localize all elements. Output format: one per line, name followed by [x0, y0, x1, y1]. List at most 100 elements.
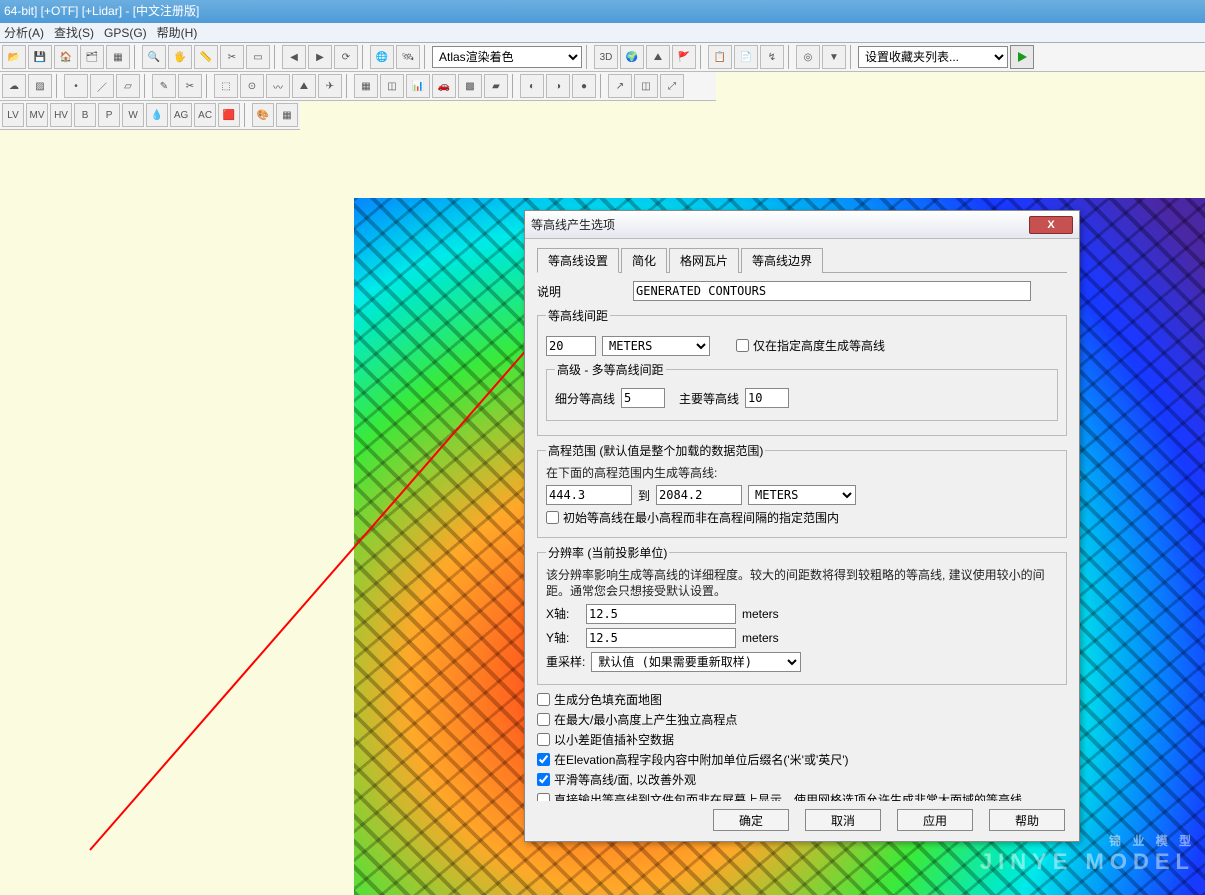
tool-globe-icon[interactable]: 🌐	[370, 45, 394, 69]
tool-shade-icon[interactable]: ◐	[520, 74, 544, 98]
ok-button[interactable]: 确定	[713, 809, 789, 831]
tool-blend-icon[interactable]: ◑	[546, 74, 570, 98]
append-unit-checkbox[interactable]	[537, 753, 550, 766]
edit-cut-icon[interactable]: ✂	[178, 74, 202, 98]
tab-grid-tiles[interactable]: 格网瓦片	[669, 248, 739, 273]
lyr-p-icon[interactable]: P	[98, 103, 120, 127]
tool-3d-icon[interactable]: 3D	[594, 45, 618, 69]
draw-hatch-icon[interactable]: ▨	[28, 74, 52, 98]
tool-paste-icon[interactable]: 📄	[734, 45, 758, 69]
contour-options-dialog: 等高线产生选项 X 等高线设置 简化 格网瓦片 等高线边界 说明 等高线间距 M…	[524, 210, 1080, 842]
tab-simplify[interactable]: 简化	[621, 248, 667, 273]
lyr-ac-icon[interactable]: AC	[194, 103, 216, 127]
tool-dropdown-icon[interactable]: ▼	[822, 45, 846, 69]
tool-dark-icon[interactable]: ●	[572, 74, 596, 98]
toolbar-row-2: ☁ ▨ • ／ ▱ ✎ ✂ ⬚ ⊙ 〰 ⛰ ✈ ▦ ◫ 📊 🚗 ▩ ▰ ◐ ◑ …	[0, 72, 716, 101]
only-at-height-checkbox[interactable]	[736, 339, 749, 352]
tool-home-icon[interactable]: 🏠	[54, 45, 78, 69]
palette-2-icon[interactable]: ▦	[276, 103, 298, 127]
yaxis-input[interactable]	[586, 628, 736, 648]
tool-target-icon[interactable]: ◎	[796, 45, 820, 69]
menu-help[interactable]: 帮助(H)	[157, 24, 198, 41]
interpolate-gaps-checkbox[interactable]	[537, 733, 550, 746]
draw-cloud-icon[interactable]: ☁	[2, 74, 26, 98]
tool-measure-icon[interactable]: 📏	[194, 45, 218, 69]
lyr-mv-icon[interactable]: MV	[26, 103, 48, 127]
start-at-min-checkbox[interactable]	[546, 511, 559, 524]
export-direct-checkbox[interactable]	[537, 793, 550, 801]
tool-neswap-icon[interactable]: ↗	[608, 74, 632, 98]
gen-color-fill-checkbox[interactable]	[537, 693, 550, 706]
edit-pen-icon[interactable]: ✎	[152, 74, 176, 98]
tool-open-icon[interactable]: 📂	[2, 45, 26, 69]
tool-zoomin-icon[interactable]: 🔍	[142, 45, 166, 69]
draw-pt-icon[interactable]: •	[64, 74, 88, 98]
favorites-combo[interactable]: 设置收藏夹列表...	[858, 46, 1008, 68]
interval-value-input[interactable]	[546, 336, 596, 356]
tool-refresh-icon[interactable]: ⟳	[334, 45, 358, 69]
tab-contour-settings[interactable]: 等高线设置	[537, 248, 619, 273]
close-button[interactable]: X	[1029, 216, 1073, 234]
resample-select[interactable]: 默认值 (如果需要重新取样)	[591, 652, 801, 672]
apply-button[interactable]: 应用	[897, 809, 973, 831]
tool-save-icon[interactable]: 💾	[28, 45, 52, 69]
tool-volume-icon[interactable]: ⬚	[214, 74, 238, 98]
tool-flag-icon[interactable]: 🚩	[672, 45, 696, 69]
description-input[interactable]	[633, 281, 1031, 301]
tool-crop2-icon[interactable]: ◫	[634, 74, 658, 98]
lyr-b-icon[interactable]: B	[74, 103, 96, 127]
minor-contour-input[interactable]	[621, 388, 665, 408]
tool-car-icon[interactable]: 🚗	[432, 74, 456, 98]
tool-layers-icon[interactable]: 🗂	[80, 45, 104, 69]
tool-ext-icon[interactable]: ⤢	[660, 74, 684, 98]
menu-gps[interactable]: GPS(G)	[104, 26, 147, 40]
gen-spot-elev-checkbox[interactable]	[537, 713, 550, 726]
window-titlebar: 64-bit] [+OTF] [+Lidar] - [中文注册版]	[0, 0, 1205, 23]
range-to-input[interactable]	[656, 485, 742, 505]
lyr-cls-icon[interactable]: 🟥	[218, 103, 240, 127]
cancel-button[interactable]: 取消	[805, 809, 881, 831]
tool-profile-icon[interactable]: ⛰	[292, 74, 316, 98]
tool-grid2-icon[interactable]: ▦	[354, 74, 378, 98]
tool-mosaic-icon[interactable]: ◫	[380, 74, 404, 98]
lyr-drop-icon[interactable]: 💧	[146, 103, 168, 127]
tool-back-icon[interactable]: ◀	[282, 45, 306, 69]
shader-combo[interactable]: Atlas渲染着色	[432, 46, 582, 68]
menu-analyze[interactable]: 分析(A)	[4, 24, 44, 41]
range-from-input[interactable]	[546, 485, 632, 505]
draw-line-icon[interactable]: ／	[90, 74, 114, 98]
tool-fwd-icon[interactable]: ▶	[308, 45, 332, 69]
lyr-lv-icon[interactable]: LV	[2, 103, 24, 127]
major-contour-input[interactable]	[745, 388, 789, 408]
tool-spot-icon[interactable]: ⊙	[240, 74, 264, 98]
play-button[interactable]	[1010, 45, 1034, 69]
lyr-hv-icon[interactable]: HV	[50, 103, 72, 127]
tool-chart-icon[interactable]: 📊	[406, 74, 430, 98]
tool-fill-icon[interactable]: ▰	[484, 74, 508, 98]
tool-copy-icon[interactable]: 📋	[708, 45, 732, 69]
tool-terrain-icon[interactable]: ⛰	[646, 45, 670, 69]
tool-crop-icon[interactable]: ✂	[220, 45, 244, 69]
tool-select-icon[interactable]: ▭	[246, 45, 270, 69]
draw-poly-icon[interactable]: ▱	[116, 74, 140, 98]
tab-bounds[interactable]: 等高线边界	[741, 248, 823, 273]
tool-route-icon[interactable]: ↯	[760, 45, 784, 69]
tool-world-icon[interactable]: 🌍	[620, 45, 644, 69]
palette-1-icon[interactable]: 🎨	[252, 103, 274, 127]
tool-mesh-icon[interactable]: ▩	[458, 74, 482, 98]
toolbar-row-3: LV MV HV B P W 💧 AG AC 🟥 🎨 ▦	[0, 101, 300, 130]
lyr-ag-icon[interactable]: AG	[170, 103, 192, 127]
dialog-titlebar[interactable]: 等高线产生选项 X	[525, 211, 1079, 239]
tool-sat-icon[interactable]: 🛰	[396, 45, 420, 69]
tool-grid-icon[interactable]: ▦	[106, 45, 130, 69]
menu-search[interactable]: 查找(S)	[54, 24, 94, 41]
tool-pan-icon[interactable]: 🖐	[168, 45, 192, 69]
xaxis-input[interactable]	[586, 604, 736, 624]
smooth-contours-checkbox[interactable]	[537, 773, 550, 786]
help-button[interactable]: 帮助	[989, 809, 1065, 831]
tool-river-icon[interactable]: 〰	[266, 74, 290, 98]
interval-unit-select[interactable]: METERS	[602, 336, 710, 356]
lyr-w-icon[interactable]: W	[122, 103, 144, 127]
tool-flyby-icon[interactable]: ✈	[318, 74, 342, 98]
range-unit-select[interactable]: METERS	[748, 485, 856, 505]
